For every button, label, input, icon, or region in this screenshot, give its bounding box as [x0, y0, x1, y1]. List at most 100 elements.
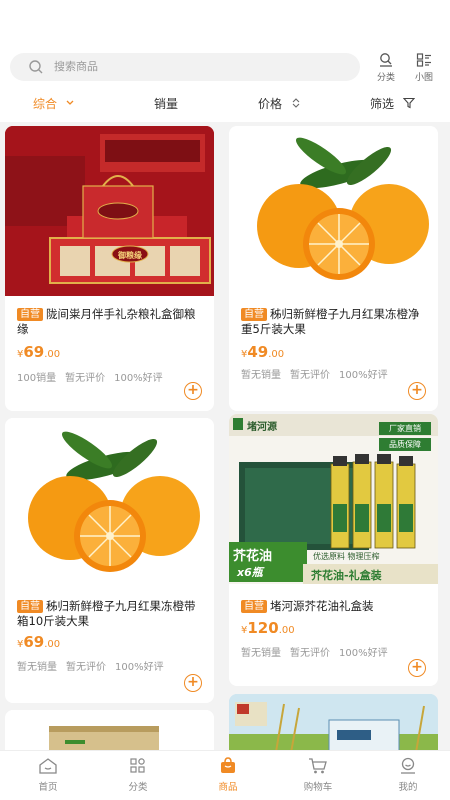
sales-count: 暂无销量 — [241, 648, 281, 659]
sort-tab-filter-label: 筛选 — [370, 97, 395, 111]
product-price: ¥49.00 — [241, 342, 284, 361]
price-integer: 69 — [23, 633, 45, 651]
positive-rate: 100%好评 — [339, 370, 388, 381]
add-to-cart-button[interactable]: + — [184, 382, 202, 400]
list-view-icon — [416, 53, 431, 67]
price-integer: 120 — [247, 619, 279, 637]
positive-rate: 100%好评 — [115, 662, 164, 673]
product-price: ¥69.00 — [17, 632, 60, 651]
self-operated-tag: 自营 — [241, 308, 267, 321]
product-card[interactable]: 自营 秭归新鲜橙子九月红果冻橙带箱10斤装大果 ¥69.00 暂无销量 暂无评价 10… — [5, 418, 214, 703]
sort-bar: 综合 销量 价格 筛选 — [0, 95, 450, 115]
tab-home[interactable]: 首页 — [18, 757, 78, 793]
top-header: 搜索商品 分类 小图 综合 销量 价格 筛选 — [0, 0, 450, 122]
product-title: 自营 堵河源芥花油礼盒装 — [241, 599, 429, 614]
chevron-down-icon — [66, 100, 74, 105]
positive-rate: 100%好评 — [339, 648, 388, 659]
sort-tab-sales-label: 销量 — [154, 97, 179, 111]
product-stats: 100销量 暂无评价 100%好评 — [17, 369, 172, 384]
tab-profile[interactable]: 我的 — [378, 757, 438, 793]
product-title: 自营 秭归新鲜橙子九月红果冻橙净重5斤装大果 — [241, 307, 429, 337]
review-count: 暂无评价 — [290, 648, 330, 659]
price-integer: 69 — [23, 343, 45, 361]
oranges-illustration — [257, 137, 429, 280]
product-title: 自营 秭归新鲜橙子九月红果冻橙带箱10斤装大果 — [17, 599, 205, 629]
product-image — [229, 126, 438, 296]
sort-tab-price-label: 价格 — [258, 97, 283, 111]
self-operated-tag: 自营 — [17, 308, 43, 321]
product-image — [5, 418, 214, 588]
product-card[interactable]: 御粮缘 自营 陇间粜月伴手礼杂粮礼盒御粮缘 ¥69.00 100销量 暂无评价 100… — [5, 126, 214, 411]
price-decimal: .00 — [44, 349, 61, 360]
add-to-cart-button[interactable]: + — [184, 674, 202, 692]
product-price: ¥120.00 — [241, 618, 295, 637]
search-bar[interactable]: 搜索商品 — [10, 53, 360, 81]
bottom-tab-bar: 首页 分类 商品 购物车 我的 — [0, 750, 450, 800]
sort-tab-filter[interactable]: 筛选 — [370, 95, 416, 113]
profile-icon — [401, 757, 415, 774]
category-button[interactable]: 分类 — [371, 52, 401, 83]
tab-category[interactable]: 分类 — [108, 757, 168, 793]
price-decimal: .00 — [44, 639, 61, 650]
sort-arrows-icon — [292, 98, 300, 108]
small-grid-button[interactable]: 小图 — [409, 52, 439, 83]
factory-direct-badge: 厂家直销 — [389, 424, 421, 433]
self-operated-tag: 自营 — [17, 600, 43, 613]
quality-assured-badge: 品质保障 — [389, 440, 421, 449]
add-to-cart-button[interactable]: + — [408, 659, 426, 677]
review-count: 暂无评价 — [65, 373, 106, 384]
sort-tab-general-label: 综合 — [33, 97, 58, 111]
gift-box-banner-text: 芥花油-礼盒装 — [311, 569, 382, 582]
tab-goods[interactable]: 商品 — [198, 757, 258, 793]
price-integer: 49 — [247, 343, 269, 361]
tab-category-label: 分类 — [128, 782, 148, 793]
search-icon — [29, 60, 43, 74]
add-to-cart-button[interactable]: + — [408, 382, 426, 400]
product-title-text: 秭归新鲜橙子九月红果冻橙净重5斤装大果 — [241, 307, 420, 336]
goods-icon — [221, 757, 235, 773]
product-image: 堵河源 厂家直销 品质保障 芥花油 x6瓶 优选原料 物理压榨 芥花油-礼盒装 — [229, 414, 438, 584]
gift-box-illustration — [5, 126, 214, 296]
review-count: 暂无评价 — [290, 370, 330, 381]
quantity-text: x6瓶 — [237, 566, 263, 579]
oil-name-text: 芥花油 — [233, 549, 273, 564]
tab-goods-label: 商品 — [218, 782, 238, 793]
sort-tab-general[interactable]: 综合 — [33, 95, 75, 113]
sales-count: 暂无销量 — [17, 662, 57, 673]
product-price: ¥69.00 — [17, 342, 60, 361]
slogan-text: 优选原料 物理压榨 — [313, 552, 380, 561]
positive-rate: 100%好评 — [114, 373, 163, 384]
product-stats: 暂无销量 暂无评价 100%好评 — [241, 644, 397, 659]
product-image: 御粮缘 — [5, 126, 214, 296]
oranges-illustration — [28, 431, 200, 572]
small-grid-button-label: 小图 — [414, 73, 433, 83]
product-stats: 暂无销量 暂无评价 100%好评 — [241, 366, 397, 381]
cart-icon — [309, 758, 327, 774]
tab-home-label: 首页 — [38, 782, 58, 793]
sort-tab-sales[interactable]: 销量 — [154, 95, 178, 113]
sales-count: 100销量 — [17, 373, 57, 384]
category-icon — [130, 758, 145, 773]
sort-tab-price[interactable]: 价格 — [258, 95, 301, 113]
product-title-text: 秭归新鲜橙子九月红果冻橙带箱10斤装大果 — [17, 599, 196, 628]
review-count: 暂无评价 — [66, 662, 106, 673]
search-placeholder: 搜索商品 — [54, 60, 98, 73]
category-button-label: 分类 — [376, 73, 395, 83]
tab-cart-label: 购物车 — [303, 782, 333, 793]
tab-cart[interactable]: 购物车 — [288, 757, 348, 793]
home-icon — [39, 758, 57, 774]
sales-count: 暂无销量 — [241, 370, 281, 381]
product-card[interactable]: 自营 秭归新鲜橙子九月红果冻橙净重5斤装大果 ¥49.00 暂无销量 暂无评价 100… — [229, 126, 438, 411]
tab-profile-label: 我的 — [398, 782, 418, 793]
category-search-icon — [380, 53, 392, 67]
self-operated-tag: 自营 — [241, 600, 267, 613]
price-decimal: .00 — [278, 625, 295, 636]
product-title: 自营 陇间粜月伴手礼杂粮礼盒御粮缘 — [17, 307, 205, 337]
product-card[interactable]: 堵河源 厂家直销 品质保障 芥花油 x6瓶 优选原料 物理压榨 芥花油-礼盒装 … — [229, 414, 438, 686]
product-stats: 暂无销量 暂无评价 100%好评 — [17, 658, 173, 673]
filter-icon — [402, 97, 416, 109]
product-title-text: 堵河源芥花油礼盒装 — [270, 599, 374, 613]
price-decimal: .00 — [268, 349, 285, 360]
gift-box-brand-text: 御粮缘 — [118, 251, 142, 260]
brand-text: 堵河源 — [247, 422, 277, 433]
